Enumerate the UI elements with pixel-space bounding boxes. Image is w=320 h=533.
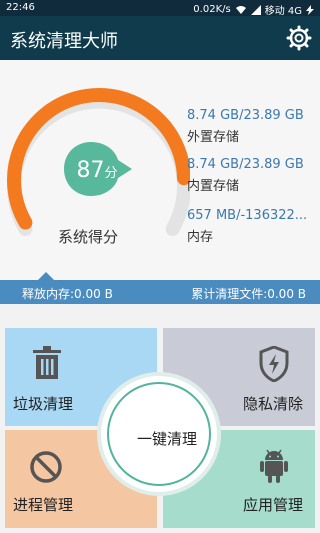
one-click-clean-button[interactable]: 一键清理 bbox=[97, 372, 221, 496]
stat-internal-value: 8.74 GB/23.89 GB bbox=[187, 157, 304, 172]
stat-external-value: 8.74 GB/23.89 GB bbox=[187, 108, 304, 123]
status-time: 22:46 bbox=[6, 2, 35, 13]
process-manage-label: 进程管理 bbox=[13, 496, 74, 514]
score-value: 87分 bbox=[76, 158, 118, 183]
trash-icon bbox=[33, 346, 61, 379]
app-manage-label: 应用管理 bbox=[243, 496, 304, 514]
cleaned-files-total: 累计清理文件:0.00 B bbox=[191, 287, 306, 301]
info-pointer bbox=[38, 272, 54, 280]
status-bar: 22:46 0.02K/s 移动 4G bbox=[0, 0, 320, 17]
stat-internal: 8.74 GB/23.89 GB 内置存储 bbox=[187, 157, 304, 194]
wifi-icon bbox=[235, 5, 246, 14]
status-right: 0.02K/s 移动 4G bbox=[193, 2, 314, 17]
carrier-label: 移动 4G bbox=[264, 6, 302, 17]
signal-icon bbox=[250, 4, 261, 15]
stat-internal-label: 内置存储 bbox=[187, 179, 240, 194]
privacy-clean-label: 隐私清除 bbox=[243, 395, 304, 413]
app-title: 系统清理大师 bbox=[10, 31, 118, 52]
android-icon bbox=[260, 449, 288, 483]
one-click-clean-label: 一键清理 bbox=[136, 430, 197, 448]
stat-external: 8.74 GB/23.89 GB 外置存储 bbox=[187, 108, 304, 145]
stat-memory: 657 MB/-136322... 内存 bbox=[187, 208, 307, 245]
score-label: 系统得分 bbox=[58, 228, 119, 246]
stat-external-label: 外置存储 bbox=[187, 130, 240, 145]
trash-clean-label: 垃圾清理 bbox=[13, 395, 74, 413]
net-speed: 0.02K/s bbox=[193, 4, 231, 15]
released-memory: 释放内存:0.00 B bbox=[22, 287, 113, 301]
info-bar: 释放内存:0.00 B 累计清理文件:0.00 B bbox=[0, 272, 320, 304]
lightning-icon bbox=[306, 4, 314, 15]
gear-icon[interactable] bbox=[286, 25, 312, 51]
one-click-ring: 一键清理 bbox=[107, 382, 211, 486]
stat-memory-value: 657 MB/-136322... bbox=[187, 208, 308, 223]
score-unit: 分 bbox=[104, 166, 118, 181]
app-bar: 系统清理大师 bbox=[0, 16, 320, 60]
ban-icon bbox=[30, 451, 62, 483]
shield-icon bbox=[259, 346, 289, 382]
stat-memory-label: 内存 bbox=[187, 230, 214, 245]
